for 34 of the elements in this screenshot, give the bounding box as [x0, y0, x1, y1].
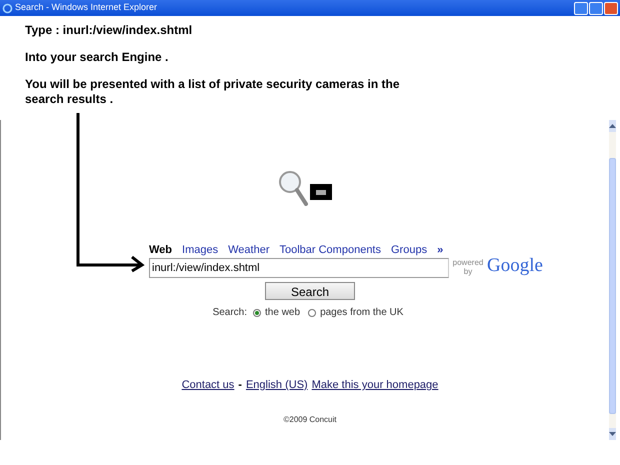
browser-icon — [2, 2, 13, 14]
more-tabs-link[interactable]: » — [437, 242, 444, 258]
powered-by-text: powered by — [452, 258, 484, 276]
search-tab[interactable]: Weather — [228, 242, 270, 258]
camera-icon — [310, 184, 332, 200]
scroll-up-button[interactable] — [609, 120, 616, 132]
radio-label[interactable]: pages from the UK — [320, 305, 404, 320]
footer-link[interactable]: Make this your homepage — [312, 377, 438, 394]
instruction-text: Into your search Engine . — [25, 50, 170, 65]
radio-button[interactable] — [253, 308, 262, 316]
footer-link[interactable]: English (US) — [246, 377, 308, 394]
search-tab[interactable]: Groups — [391, 242, 428, 258]
instruction-text: You will be presented with a list of private security cameras in the search results . — [25, 77, 401, 107]
scroll-thumb[interactable] — [609, 158, 616, 414]
scrollbar[interactable] — [609, 120, 616, 440]
footer-link[interactable]: Contact us — [182, 377, 234, 394]
close-button[interactable] — [604, 2, 618, 14]
window-title: Search - Windows Internet Explorer — [15, 1, 158, 14]
search-field[interactable]: inurl:/view/index.shtml — [149, 258, 449, 278]
radio-label[interactable]: the web — [265, 305, 300, 320]
separator-text: - — [238, 378, 242, 393]
magnifier-icon — [278, 170, 308, 206]
search-tab[interactable]: Toolbar Components — [279, 242, 381, 258]
google-logo: Google — [487, 256, 543, 276]
instruction-text: Type : inurl:/view/index.shtml — [25, 23, 194, 38]
search-tab[interactable]: Images — [182, 242, 218, 258]
search-tab[interactable]: Web — [149, 242, 172, 258]
minimize-button[interactable] — [574, 2, 588, 14]
search-scope-label: Search: — [212, 306, 248, 320]
search-button[interactable]: Search — [265, 282, 355, 300]
copyright-text: ©2009 Concuit — [283, 414, 337, 426]
radio-button[interactable] — [308, 308, 316, 316]
maximize-button[interactable] — [589, 2, 603, 14]
scroll-down-button[interactable] — [609, 428, 616, 440]
